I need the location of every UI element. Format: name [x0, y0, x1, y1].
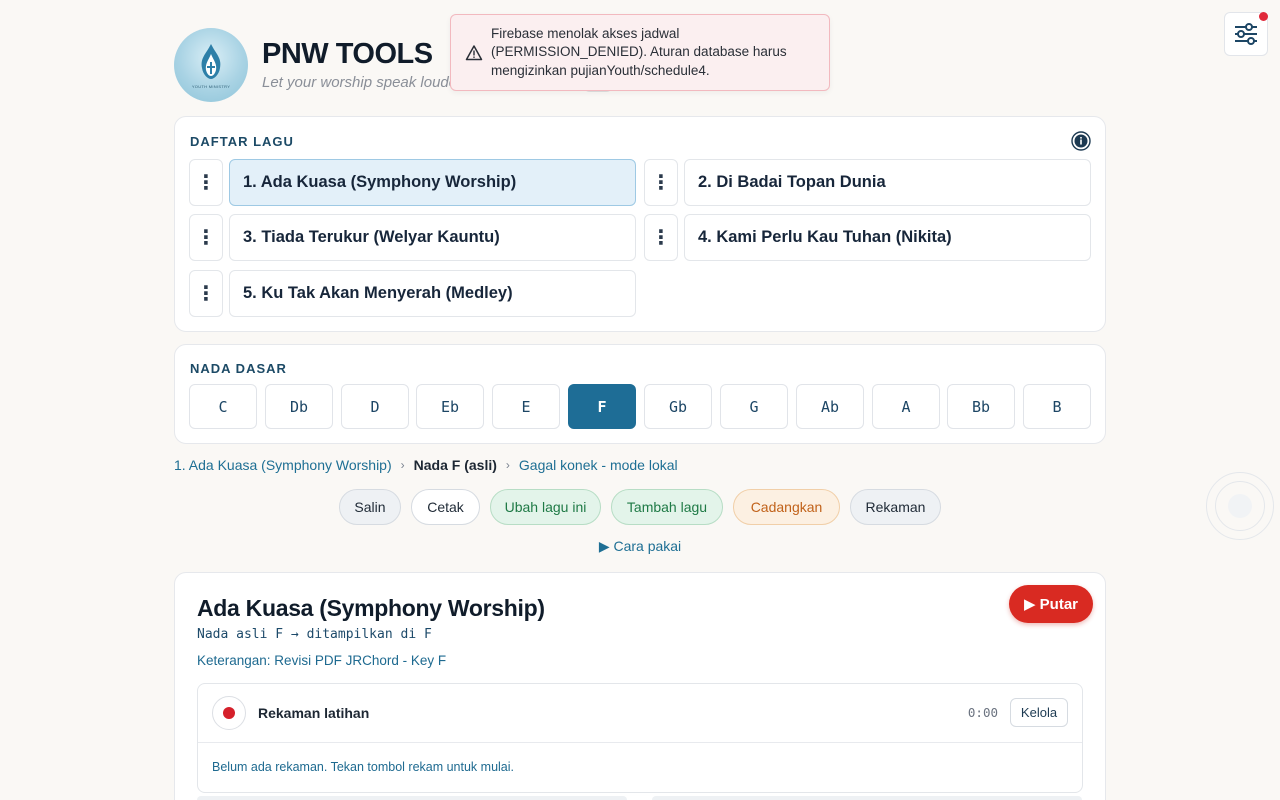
content-below-fold: [197, 796, 627, 800]
record-button[interactable]: [212, 696, 246, 730]
key-button-eb[interactable]: Eb: [416, 384, 484, 429]
kebab-icon: ⋮: [196, 226, 216, 249]
floating-assist-button[interactable]: [1206, 472, 1274, 540]
breadcrumb-song-link[interactable]: 1. Ada Kuasa (Symphony Worship): [174, 457, 392, 473]
toast-message: Firebase menolak akses jadwal (PERMISSIO…: [491, 25, 787, 78]
kebab-icon: ⋮: [651, 226, 671, 249]
breadcrumb: 1. Ada Kuasa (Symphony Worship) › Nada F…: [174, 457, 678, 473]
app-title: PNW TOOLS: [262, 37, 433, 70]
print-button[interactable]: Cetak: [411, 489, 480, 525]
info-icon[interactable]: [1071, 131, 1091, 151]
key-button-g[interactable]: G: [720, 384, 788, 429]
backup-button[interactable]: Cadangkan: [733, 489, 840, 525]
copy-button[interactable]: Salin: [339, 489, 401, 525]
how-to-toggle[interactable]: ▶ Cara pakai: [0, 538, 1280, 555]
breadcrumb-separator: ›: [505, 458, 510, 472]
notification-dot: [1259, 12, 1268, 21]
action-bar: Salin Cetak Ubah lagu ini Tambah lagu Ca…: [0, 489, 1280, 525]
key-panel: NADA DASAR C Db D Eb E F Gb G Ab A Bb B: [174, 344, 1106, 444]
song-item-5[interactable]: 5. Ku Tak Akan Menyerah (Medley): [229, 270, 636, 317]
error-toast: Firebase menolak akses jadwal (PERMISSIO…: [450, 14, 830, 91]
play-button[interactable]: ▶ Putar: [1009, 585, 1093, 623]
kebab-icon: ⋮: [196, 171, 216, 194]
song-item-4[interactable]: 4. Kami Perlu Kau Tuhan (Nikita): [684, 214, 1091, 261]
breadcrumb-separator: ›: [400, 458, 405, 472]
key-button-a[interactable]: A: [872, 384, 940, 429]
logo-subtext: YOUTH MINISTRY: [191, 83, 231, 89]
key-button-c[interactable]: C: [189, 384, 257, 429]
song-item-1[interactable]: 1. Ada Kuasa (Symphony Worship): [229, 159, 636, 206]
song-list-label: DAFTAR LAGU: [190, 134, 294, 149]
add-song-button[interactable]: Tambah lagu: [611, 489, 723, 525]
song-menu-button-5[interactable]: ⋮: [189, 270, 223, 317]
key-info: Nada asli F → ditampilkan di F: [197, 627, 432, 642]
floating-button-icon: [1228, 494, 1252, 518]
key-button-e[interactable]: E: [492, 384, 560, 429]
kebab-icon: ⋮: [196, 282, 216, 305]
record-dot-icon: [223, 707, 235, 719]
breadcrumb-key: Nada F (asli): [413, 457, 497, 473]
content-below-fold: [652, 796, 1082, 800]
song-menu-button-3[interactable]: ⋮: [189, 214, 223, 261]
song-list-panel: DAFTAR LAGU ⋮ 1. Ada Kuasa (Symphony Wor…: [174, 116, 1106, 332]
key-button-db[interactable]: Db: [265, 384, 333, 429]
settings-button[interactable]: [1224, 12, 1268, 56]
recording-panel: Rekaman latihan 0:00 Kelola Belum ada re…: [197, 683, 1083, 793]
song-detail-card: Ada Kuasa (Symphony Worship) Nada asli F…: [174, 572, 1106, 800]
kebab-icon: ⋮: [651, 171, 671, 194]
app-logo: YOUTH MINISTRY: [174, 28, 248, 102]
key-button-bb[interactable]: Bb: [947, 384, 1015, 429]
recordings-button[interactable]: Rekaman: [850, 489, 941, 525]
song-item-2[interactable]: 2. Di Badai Topan Dunia: [684, 159, 1091, 206]
app-tagline: Let your worship speak louder: [262, 74, 463, 92]
recording-empty-message: Belum ada rekaman. Tekan tombol rekam un…: [212, 760, 515, 774]
manage-recordings-button[interactable]: Kelola: [1010, 698, 1068, 727]
recording-label: Rekaman latihan: [258, 705, 370, 721]
song-title: Ada Kuasa (Symphony Worship): [197, 595, 545, 621]
sliders-icon: [1235, 23, 1257, 45]
key-button-f[interactable]: F: [568, 384, 636, 429]
flame-logo-icon: [201, 43, 221, 79]
app-header: YOUTH MINISTRY PNW TOOLS Let your worshi…: [174, 28, 462, 102]
key-button-gb[interactable]: Gb: [644, 384, 712, 429]
recording-timer: 0:00: [967, 705, 998, 720]
key-button-d[interactable]: D: [341, 384, 409, 429]
song-item-3[interactable]: 3. Tiada Terukur (Welyar Kauntu): [229, 214, 636, 261]
edit-song-button[interactable]: Ubah lagu ini: [490, 489, 601, 525]
key-button-b[interactable]: B: [1023, 384, 1091, 429]
key-panel-label: NADA DASAR: [190, 361, 287, 376]
song-menu-button-1[interactable]: ⋮: [189, 159, 223, 206]
key-button-ab[interactable]: Ab: [796, 384, 864, 429]
song-description: Keterangan: Revisi PDF JRChord - Key F: [197, 653, 447, 668]
connection-status: Gagal konek - mode lokal: [518, 457, 678, 473]
song-menu-button-2[interactable]: ⋮: [644, 159, 678, 206]
warning-triangle-icon: [465, 44, 483, 60]
song-menu-button-4[interactable]: ⋮: [644, 214, 678, 261]
